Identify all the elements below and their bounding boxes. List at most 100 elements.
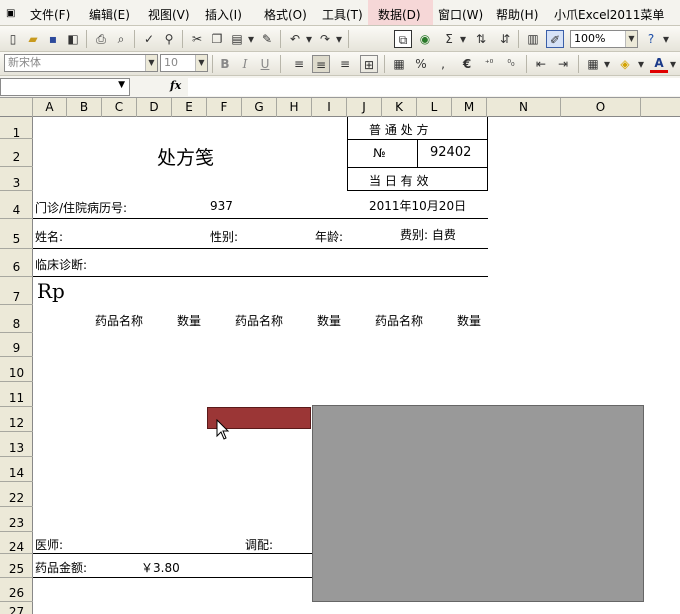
menu-format[interactable]: 格式(O) — [264, 6, 307, 23]
column-header-i[interactable]: I — [312, 98, 347, 117]
select-all-corner[interactable] — [0, 98, 33, 117]
paste-dropdown-icon[interactable]: ▾ — [246, 30, 256, 48]
autosum-dropdown-icon[interactable]: ▾ — [458, 30, 468, 48]
menu-edit[interactable]: 编辑(E) — [89, 6, 130, 23]
bold-button[interactable]: B — [216, 55, 234, 73]
column-header-c[interactable]: C — [102, 98, 137, 117]
row-header-11[interactable]: 11 — [0, 382, 33, 407]
currency-icon[interactable]: ▦ — [390, 55, 408, 73]
borders-dropdown-icon[interactable]: ▾ — [602, 55, 612, 73]
row-header-25[interactable]: 25 — [0, 554, 33, 578]
web-icon[interactable]: ◉ — [416, 30, 434, 48]
cut-icon[interactable]: ✂ — [188, 30, 206, 48]
paste-icon[interactable]: ▤ — [228, 30, 246, 48]
borders-icon[interactable]: ▦ — [584, 55, 602, 73]
menu-window[interactable]: 窗口(W) — [438, 6, 483, 23]
column-header-l[interactable]: L — [417, 98, 452, 117]
column-header-b[interactable]: B — [67, 98, 102, 117]
copy-icon[interactable]: ❐ — [208, 30, 226, 48]
fill-color-dropdown-icon[interactable]: ▾ — [636, 55, 646, 73]
column-header-d[interactable]: D — [137, 98, 172, 117]
column-header-f[interactable]: F — [207, 98, 242, 117]
column-header-a[interactable]: A — [33, 98, 67, 117]
column-header-o[interactable]: O — [561, 98, 641, 117]
column-header-e[interactable]: E — [172, 98, 207, 117]
column-header-m[interactable]: M — [452, 98, 487, 117]
row-header-6[interactable]: 6 — [0, 249, 33, 277]
insert-hyperlink-icon[interactable]: ⧉ — [394, 30, 412, 48]
underline-button[interactable]: U — [256, 55, 274, 73]
column-header-g[interactable]: G — [242, 98, 277, 117]
fill-color-icon[interactable]: ◈ — [616, 55, 634, 73]
open-folder-icon[interactable]: ▰ — [24, 30, 42, 48]
font-color-dropdown-icon[interactable]: ▾ — [668, 55, 678, 73]
font-size-dropdown-icon[interactable]: ▼ — [195, 55, 207, 71]
row-header-3[interactable]: 3 — [0, 167, 33, 191]
redo-icon[interactable]: ↷ — [316, 30, 334, 48]
column-header-n[interactable]: N — [487, 98, 561, 117]
percent-button[interactable]: % — [412, 55, 430, 73]
row-header-22[interactable]: 22 — [0, 482, 33, 507]
autosum-icon[interactable]: Σ — [440, 30, 458, 48]
menu-xiaozhua[interactable]: 小爪Excel2011菜单 — [554, 6, 664, 23]
comma-button[interactable]: , — [434, 55, 452, 73]
row-header-24[interactable]: 24 — [0, 532, 33, 554]
sort-descending-icon[interactable]: ⇵ — [496, 30, 514, 48]
cell-area[interactable]: 处方笺 普 通 处 方 № 92402 当 日 有 效 门诊/住院病历号: 93… — [33, 117, 680, 614]
italic-button[interactable]: I — [236, 55, 254, 73]
research-icon[interactable]: ⚲ — [160, 30, 178, 48]
new-document-icon[interactable]: ▯ — [4, 30, 22, 48]
column-header-h[interactable]: H — [277, 98, 312, 117]
name-box[interactable]: ▼ — [0, 78, 130, 96]
menu-view[interactable]: 视图(V) — [148, 6, 190, 23]
decrease-decimal-icon[interactable]: ⁰₀ — [502, 55, 520, 73]
row-header-26[interactable]: 26 — [0, 578, 33, 602]
formula-input[interactable] — [188, 78, 680, 96]
name-box-dropdown-icon[interactable]: ▼ — [118, 80, 125, 90]
row-header-4[interactable]: 4 — [0, 191, 33, 219]
column-header-p[interactable] — [641, 98, 680, 117]
row-header-2[interactable]: 2 — [0, 139, 33, 167]
redo-dropdown-icon[interactable]: ▾ — [334, 30, 344, 48]
row-header-27[interactable]: 27 — [0, 602, 33, 614]
menu-data[interactable]: 数据(D) — [368, 0, 433, 25]
row-header-5[interactable]: 5 — [0, 219, 33, 249]
font-size-combo[interactable]: 10 ▼ — [160, 54, 208, 72]
print-preview-icon[interactable]: ⌕ — [112, 30, 130, 48]
font-name-combo[interactable]: 新宋体 ▼ — [4, 54, 158, 72]
euro-button[interactable]: € — [458, 55, 476, 73]
menu-file[interactable]: 文件(F) — [30, 6, 70, 23]
drawing-icon[interactable]: ✐ — [546, 30, 564, 48]
permission-icon[interactable]: ◧ — [64, 30, 82, 48]
chart-wizard-icon[interactable]: ▥ — [524, 30, 542, 48]
sort-ascending-icon[interactable]: ⇅ — [472, 30, 490, 48]
row-header-1[interactable]: 1 — [0, 117, 33, 140]
spelling-icon[interactable]: ✓ — [140, 30, 158, 48]
column-header-k[interactable]: K — [382, 98, 417, 117]
zoom-combo[interactable]: 100% ▼ — [570, 30, 638, 48]
align-center-icon[interactable]: ≡ — [312, 55, 330, 73]
row-header-13[interactable]: 13 — [0, 432, 33, 457]
format-painter-icon[interactable]: ✎ — [258, 30, 276, 48]
row-header-23[interactable]: 23 — [0, 507, 33, 532]
row-header-8[interactable]: 8 — [0, 305, 33, 333]
column-header-j[interactable]: J — [347, 98, 382, 117]
help-icon[interactable]: ? — [642, 30, 660, 48]
toolbar-options-icon[interactable]: ▾ — [660, 30, 672, 48]
menu-tools[interactable]: 工具(T) — [322, 6, 363, 23]
menu-insert[interactable]: 插入(I) — [205, 6, 242, 23]
insert-function-icon[interactable]: fx — [170, 79, 181, 92]
row-header-7[interactable]: 7 — [0, 277, 33, 305]
decrease-indent-icon[interactable]: ⇤ — [532, 55, 550, 73]
align-left-icon[interactable]: ≡ — [290, 55, 308, 73]
menu-help[interactable]: 帮助(H) — [496, 6, 538, 23]
gray-picture-object[interactable] — [312, 405, 644, 602]
print-icon[interactable]: ⎙ — [92, 30, 110, 48]
merge-center-icon[interactable]: ⊞ — [360, 55, 378, 73]
row-header-14[interactable]: 14 — [0, 457, 33, 482]
save-icon[interactable]: ▪ — [44, 30, 62, 48]
increase-decimal-icon[interactable]: ⁺⁰ — [480, 55, 498, 73]
font-color-button[interactable]: A — [650, 54, 668, 73]
row-header-9[interactable]: 9 — [0, 333, 33, 357]
row-header-10[interactable]: 10 — [0, 357, 33, 382]
